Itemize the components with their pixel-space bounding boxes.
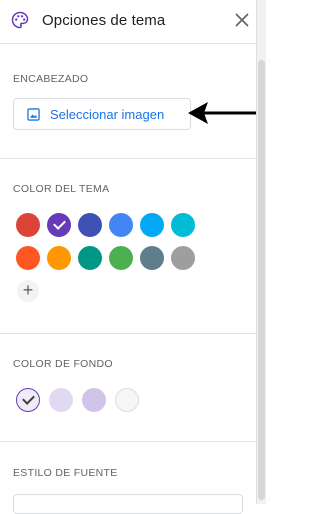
theme-color-swatch[interactable] xyxy=(109,246,133,270)
header-section-label: ENCABEZADO xyxy=(13,73,89,85)
theme-color-swatch[interactable] xyxy=(47,213,71,237)
divider xyxy=(0,441,256,442)
select-image-label: Seleccionar imagen xyxy=(50,107,165,122)
panel-header: Opciones de tema xyxy=(0,0,256,44)
theme-color-swatch[interactable] xyxy=(140,213,164,237)
background-color-swatch[interactable] xyxy=(82,388,106,412)
divider xyxy=(0,158,256,159)
add-color-button[interactable]: + xyxy=(17,280,39,302)
theme-color-swatch[interactable] xyxy=(171,246,195,270)
annotation-arrow xyxy=(188,102,264,124)
theme-color-swatch[interactable] xyxy=(16,246,40,270)
theme-color-label: COLOR DEL TEMA xyxy=(13,183,110,195)
theme-color-swatch[interactable] xyxy=(78,246,102,270)
theme-options-panel: Opciones de tema ENCABEZADO Seleccionar … xyxy=(0,0,264,514)
divider xyxy=(0,333,256,334)
theme-color-swatch[interactable] xyxy=(78,213,102,237)
font-style-select[interactable] xyxy=(13,494,243,514)
theme-color-swatch[interactable] xyxy=(109,213,133,237)
scrollbar-thumb[interactable] xyxy=(258,60,265,500)
theme-color-swatch[interactable] xyxy=(140,246,164,270)
background-color-swatch[interactable] xyxy=(115,388,139,412)
image-icon xyxy=(27,108,40,121)
theme-color-swatch[interactable] xyxy=(16,213,40,237)
scrollbar[interactable] xyxy=(256,0,266,504)
theme-color-swatch[interactable] xyxy=(47,246,71,270)
font-style-label: ESTILO DE FUENTE xyxy=(13,467,118,479)
select-image-button[interactable]: Seleccionar imagen xyxy=(13,98,191,130)
close-icon[interactable] xyxy=(232,10,252,30)
palette-icon xyxy=(11,11,29,29)
background-color-swatch[interactable] xyxy=(16,388,40,412)
theme-color-swatch[interactable] xyxy=(171,213,195,237)
background-color-label: COLOR DE FONDO xyxy=(13,358,113,370)
background-color-swatch[interactable] xyxy=(49,388,73,412)
panel-title: Opciones de tema xyxy=(42,12,166,29)
